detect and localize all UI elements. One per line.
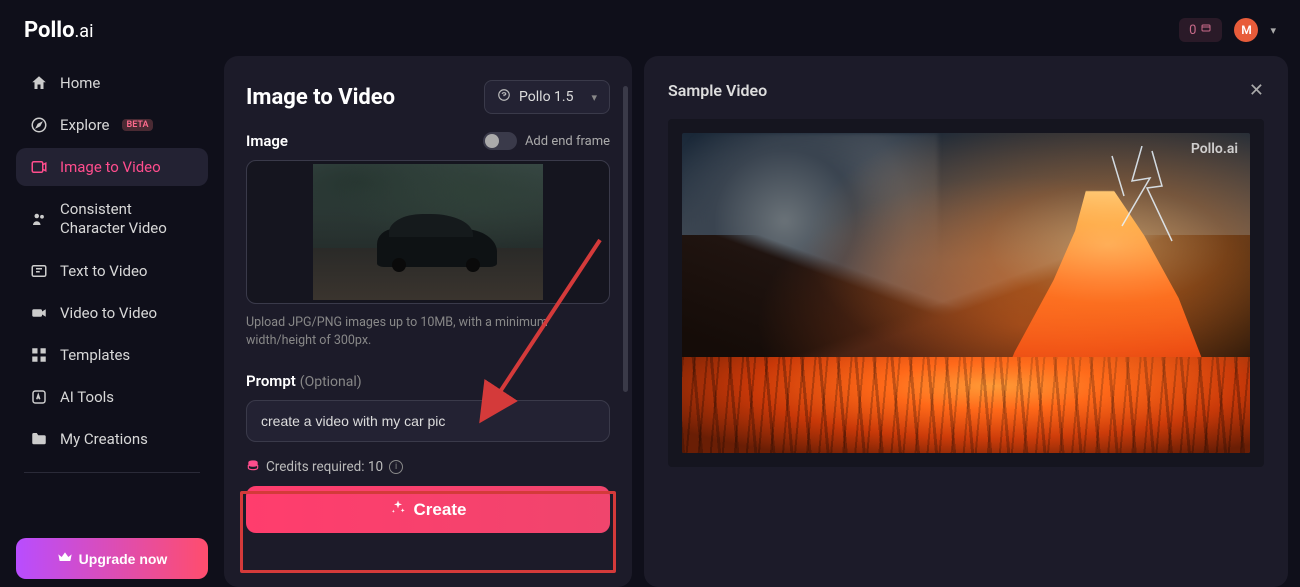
pollo-logo-icon [497,88,511,106]
close-icon[interactable]: ✕ [1249,80,1264,101]
text-to-video-icon [30,262,48,280]
sidebar-item-label: Video to Video [60,304,157,322]
image-to-video-icon [30,158,48,176]
page-title: Image to Video [246,85,395,110]
sidebar-item-label: AI Tools [60,388,114,406]
sidebar-item-my-creations[interactable]: My Creations [16,420,208,458]
credit-badge[interactable]: 0 [1179,18,1222,42]
video-container: Pollo.ai [668,119,1264,467]
credits-required-label: Credits required: 10 [266,459,383,475]
crown-icon [57,549,73,568]
model-selected-label: Pollo 1.5 [519,89,573,105]
sidebar-item-label: Text to Video [60,262,147,280]
video-watermark: Pollo.ai [1191,141,1238,157]
sidebar-item-label: Templates [60,346,130,364]
sidebar-item-label: Consistent Character Video [60,200,194,238]
info-icon[interactable]: i [389,460,403,474]
ai-tools-icon [30,388,48,406]
logo-name: Pollo [24,18,75,43]
upgrade-button[interactable]: Upgrade now [16,538,208,579]
editor-panel: Image to Video Pollo 1.5 ▾ Image Add end… [224,56,632,587]
upload-hint: Upload JPG/PNG images up to 10MB, with a… [246,314,610,349]
sidebar-item-label: Image to Video [60,158,161,176]
character-icon [30,210,48,228]
chevron-down-icon: ▾ [591,91,597,104]
sidebar-item-image-to-video[interactable]: Image to Video [16,148,208,186]
sidebar-divider [24,472,200,473]
end-frame-label: Add end frame [525,134,610,149]
end-frame-toggle[interactable] [483,132,517,150]
sidebar-item-home[interactable]: Home [16,64,208,102]
logo-suffix: .ai [75,21,94,42]
upgrade-label: Upgrade now [79,551,168,567]
sidebar-item-video-to-video[interactable]: Video to Video [16,294,208,332]
folder-icon [30,430,48,448]
model-select[interactable]: Pollo 1.5 ▾ [484,80,610,114]
sidebar-item-ai-tools[interactable]: AI Tools [16,378,208,416]
account-chevron-icon[interactable]: ▾ [1270,24,1276,37]
create-button[interactable]: Create [246,486,610,533]
sample-video-thumb[interactable]: Pollo.ai [682,133,1250,453]
credit-icon [1200,22,1212,38]
sidebar-item-label: Home [60,74,100,92]
compass-icon [30,116,48,134]
logo[interactable]: Pollo.ai [24,18,93,43]
image-upload-area[interactable] [246,160,610,304]
prompt-input[interactable] [246,400,610,442]
sidebar-item-text-to-video[interactable]: Text to Video [16,252,208,290]
beta-badge: BETA [122,119,154,131]
sidebar-item-explore[interactable]: Explore BETA [16,106,208,144]
preview-title: Sample Video [668,81,767,100]
sidebar-item-label: Explore [60,116,110,134]
credit-count: 0 [1189,23,1196,38]
sidebar-item-label: My Creations [60,430,148,448]
topbar: Pollo.ai 0 M ▾ [0,0,1300,56]
preview-panel: Sample Video ✕ Pollo.ai [644,56,1288,587]
create-label: Create [414,500,467,520]
prompt-optional: (Optional) [300,374,362,390]
avatar-letter: M [1241,23,1252,37]
prompt-label: Prompt [246,372,296,390]
uploaded-image-thumb [313,164,543,300]
video-to-video-icon [30,304,48,322]
image-section-label: Image [246,132,288,150]
home-icon [30,74,48,92]
sidebar-item-templates[interactable]: Templates [16,336,208,374]
templates-icon [30,346,48,364]
avatar[interactable]: M [1234,18,1258,42]
sparkle-icon [390,499,406,520]
sidebar: Home Explore BETA Image to Video Consist… [12,56,212,587]
scrollbar[interactable] [623,86,628,557]
lightning-icon [1102,146,1182,256]
sidebar-item-consistent-character[interactable]: Consistent Character Video [16,190,208,248]
topbar-right: 0 M ▾ [1179,18,1276,42]
credit-icon [246,458,260,476]
